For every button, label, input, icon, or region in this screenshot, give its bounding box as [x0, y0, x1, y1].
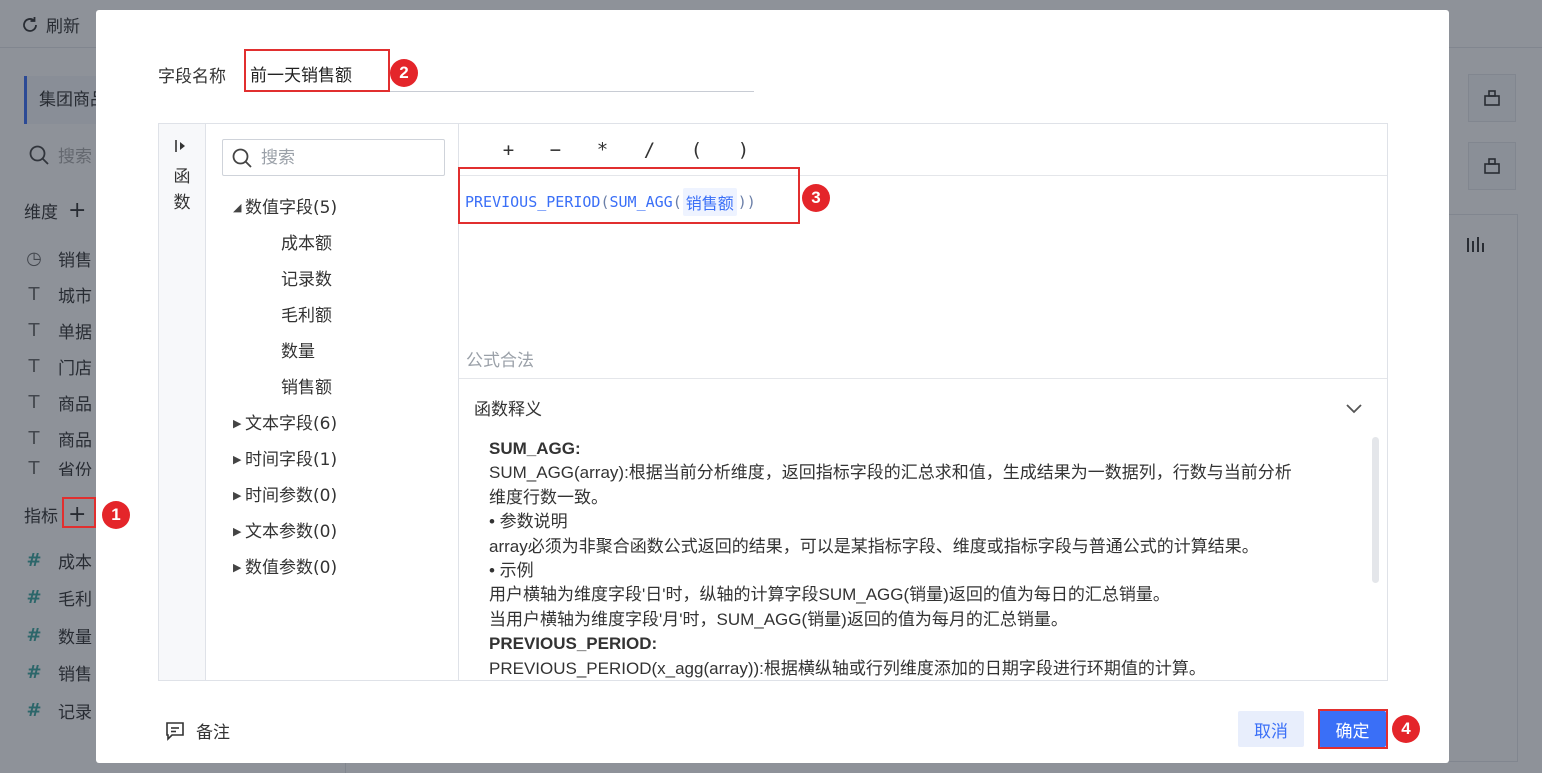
annotation-badge-4: 4	[1392, 715, 1420, 743]
formula-function-inner: SUM_AGG	[609, 193, 673, 211]
tree-group-numeric-param[interactable]: ▶ 数值参数(0)	[206, 550, 459, 586]
function-explanation-panel: 函数释义 SUM_AGG: SUM_AGG(array):根据当前分析维度，返回…	[459, 378, 1387, 680]
operator-open-paren-button[interactable]: (	[673, 139, 720, 161]
formula-paren: ))	[737, 193, 756, 211]
formula-field-chip[interactable]: 销售额	[682, 188, 737, 216]
annotation-badge-2: 2	[390, 59, 418, 87]
expand-panel-icon	[175, 140, 185, 152]
tree-group-label: 文本字段(6)	[245, 414, 338, 434]
explanation-line: array必须为非聚合函数公式返回的结果，可以是某指标字段、维度或指标字段与普通…	[489, 536, 1259, 556]
operator-divide-button[interactable]: /	[626, 139, 673, 161]
caret-right-icon: ▶	[233, 525, 242, 538]
note-icon	[166, 721, 184, 741]
field-tree: ◢ 数值字段(5) 成本额 记录数 毛利额 数量 销售额 ▶ 文本字段(6) ▶ 时间…	[206, 190, 459, 586]
note-label: 备注	[196, 723, 230, 743]
tree-group-label: 数值字段(5)	[245, 198, 338, 218]
formula-function-outer: PREVIOUS_PERIOD	[465, 193, 601, 211]
function-tab-label: 函	[173, 167, 191, 187]
tree-item-sales[interactable]: 销售额	[206, 370, 459, 406]
formula-paren: (	[600, 193, 610, 211]
tree-item-cost[interactable]: 成本额	[206, 226, 459, 262]
function-tab[interactable]: 函 数	[159, 124, 206, 680]
function-tab-label: 数	[173, 193, 191, 213]
tree-group-text[interactable]: ▶ 文本字段(6)	[206, 406, 459, 442]
explanation-line: PREVIOUS_PERIOD:	[489, 634, 658, 654]
tree-group-time[interactable]: ▶ 时间字段(1)	[206, 442, 459, 478]
tree-group-label: 数值参数(0)	[245, 558, 338, 578]
operator-minus-button[interactable]: −	[532, 139, 579, 161]
caret-right-icon: ▶	[233, 417, 242, 430]
operator-multiply-button[interactable]: *	[579, 139, 626, 161]
note-button[interactable]: 备注	[164, 718, 230, 743]
explanation-title: 函数释义	[474, 400, 542, 420]
caret-right-icon: ▶	[233, 453, 242, 466]
field-tree-panel: ◢数值字段(5) 成本额 记录数 毛利额 数量 销售额 ▶文本字段(6) ▶时间…	[206, 124, 459, 680]
explanation-line: PREVIOUS_PERIOD(x_agg(array)):根据横纵轴或行列维度…	[489, 658, 1206, 678]
field-name-row: 字段名称	[158, 56, 754, 92]
caret-right-icon: ▶	[233, 561, 242, 574]
operator-close-paren-button[interactable]: )	[720, 139, 767, 161]
operator-plus-button[interactable]: +	[485, 139, 532, 161]
field-name-input[interactable]	[244, 56, 754, 92]
caret-right-icon: ▶	[233, 489, 242, 502]
annotation-badge-1: 1	[102, 501, 130, 529]
formula-editor: 函 数 ◢数值字段(5) 成本额 记录数 毛利额 数量 销售额 ▶文本字段(6)…	[158, 123, 1388, 681]
tree-item-quantity[interactable]: 数量	[206, 334, 459, 370]
tree-group-label: 文本参数(0)	[245, 522, 338, 542]
explanation-line: • 参数说明	[489, 512, 568, 532]
formula-input[interactable]: PREVIOUS_PERIOD(SUM_AGG(销售额))	[465, 188, 756, 216]
explanation-line: • 示例	[489, 561, 534, 581]
explanation-line: 当用户横轴为维度字段'月'时，SUM_AGG(销量)返回的值为每月的汇总销量。	[489, 609, 1068, 629]
chevron-down-icon[interactable]	[1343, 397, 1365, 419]
tree-group-label: 时间参数(0)	[245, 486, 338, 506]
tree-group-label: 时间字段(1)	[245, 450, 338, 470]
tree-search-input[interactable]	[261, 147, 421, 168]
caret-down-icon: ◢	[233, 201, 242, 214]
field-name-label: 字段名称	[158, 66, 226, 87]
cancel-button[interactable]: 取消	[1238, 711, 1304, 747]
explanation-text: SUM_AGG: SUM_AGG(array):根据当前分析维度，返回指标字段的…	[489, 437, 1349, 681]
explanation-line: 维度行数一致。	[489, 487, 608, 507]
tree-group-numeric[interactable]: ◢ 数值字段(5)	[206, 190, 459, 226]
tree-item-record-count[interactable]: 记录数	[206, 262, 459, 298]
explanation-line: SUM_AGG(array):根据当前分析维度，返回指标字段的汇总求和值，生成结…	[489, 463, 1292, 483]
formula-paren: (	[672, 193, 682, 211]
tree-item-gross-profit[interactable]: 毛利额	[206, 298, 459, 334]
operator-toolbar: + − * / ( )	[459, 124, 1387, 176]
tree-search-box	[222, 139, 445, 176]
tree-group-text-param[interactable]: ▶ 文本参数(0)	[206, 514, 459, 550]
add-calculated-field-dialog: 字段名称 2 函 数 ◢数值字段(5) 成本额 记录数 毛利额 数量 销售额 ▶…	[96, 10, 1449, 763]
explanation-scrollbar[interactable]	[1372, 437, 1379, 583]
validation-status: 公式合法	[466, 351, 534, 371]
explanation-line: 用户横轴为维度字段'日'时，纵轴的计算字段SUM_AGG(销量)返回的值为每日的…	[489, 585, 1170, 605]
tree-group-time-param[interactable]: ▶ 时间参数(0)	[206, 478, 459, 514]
search-icon	[232, 148, 252, 168]
confirm-button[interactable]: 确定	[1319, 711, 1386, 747]
explanation-line: SUM_AGG:	[489, 439, 581, 458]
annotation-badge-3: 3	[802, 184, 830, 212]
